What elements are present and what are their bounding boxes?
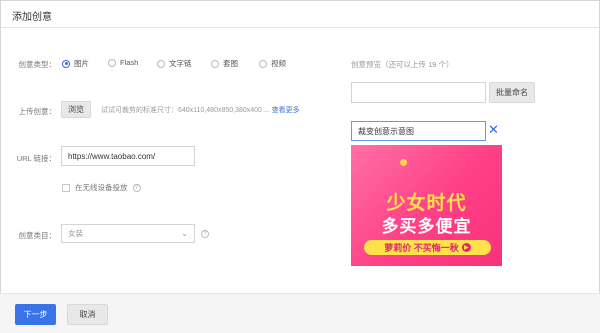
play-icon: ▶ [461, 243, 471, 252]
radio-label: 套图 [223, 59, 238, 68]
radio-icon [157, 59, 165, 68]
next-button[interactable]: 下一步 [15, 304, 56, 325]
url-input[interactable]: https://www.taobao.com/ [61, 146, 195, 166]
help-icon[interactable]: ? [132, 183, 141, 192]
radio-image[interactable]: 图片 [62, 58, 89, 69]
upload-label: 上传创意： [18, 107, 57, 116]
category-selected-value: 女装 [68, 229, 83, 238]
radio-text-link[interactable]: 文字链 [157, 58, 192, 69]
upload-hint: 试试可裁剪的标准尺寸：640x110,480x850,380x400 ... 查… [101, 105, 300, 115]
banner-cta-text: 萝莉价 不买悔一秋 [384, 243, 459, 253]
radio-video[interactable]: 视频 [259, 58, 286, 69]
radio-label: 视频 [271, 59, 286, 68]
banner-subheadline: 多买多便宜 [381, 217, 472, 236]
dialog-title: 添加创意 [12, 12, 52, 23]
help-icon[interactable]: ? [201, 230, 209, 238]
preview-title: 创意预览（还可以上传 19 个） [351, 60, 454, 69]
wireless-checkbox-label: 在无线设备投放 [75, 183, 128, 192]
category-select[interactable]: 女装 ⌄ [61, 224, 195, 243]
close-icon[interactable]: ✕ [488, 122, 499, 138]
header-divider [0, 27, 600, 28]
batch-rename-button[interactable]: 批量命名 [489, 82, 535, 103]
cancel-button[interactable]: 取消 [67, 304, 108, 325]
radio-icon [259, 59, 267, 68]
creative-name-input[interactable]: 裁变创意示意图 [351, 121, 486, 141]
banner-headline: 少女时代 [386, 193, 467, 214]
checkbox-icon [62, 183, 70, 192]
creative-preview-image: 少女时代 多买多便宜 萝莉价 不买悔一秋 ▶ [351, 145, 502, 266]
url-label: URL 链接： [16, 154, 56, 163]
decor-dot [400, 159, 407, 166]
radio-label: 文字链 [169, 59, 192, 68]
radio-icon [211, 59, 219, 68]
category-label: 创意类目： [18, 231, 57, 240]
radio-icon [108, 58, 116, 67]
radio-image-set[interactable]: 套图 [211, 58, 238, 69]
chevron-down-icon: ⌄ [181, 229, 188, 238]
browse-button[interactable]: 浏览 [61, 101, 91, 118]
view-more-link[interactable]: 查看更多 [272, 107, 300, 114]
creative-type-label: 创意类型： [18, 60, 57, 69]
radio-flash[interactable]: Flash [108, 58, 138, 67]
dialog-frame [0, 0, 600, 333]
radio-label: 图片 [74, 59, 89, 68]
upload-hint-text: 试试可裁剪的标准尺寸：640x110,480x850,380x400 ... [101, 107, 270, 114]
radio-selected-icon [62, 59, 70, 68]
radio-label: Flash [120, 58, 139, 67]
banner-cta: 萝莉价 不买悔一秋 ▶ [364, 240, 491, 255]
batch-name-input[interactable] [351, 82, 486, 103]
wireless-checkbox[interactable]: 在无线设备投放 ? [62, 182, 141, 193]
